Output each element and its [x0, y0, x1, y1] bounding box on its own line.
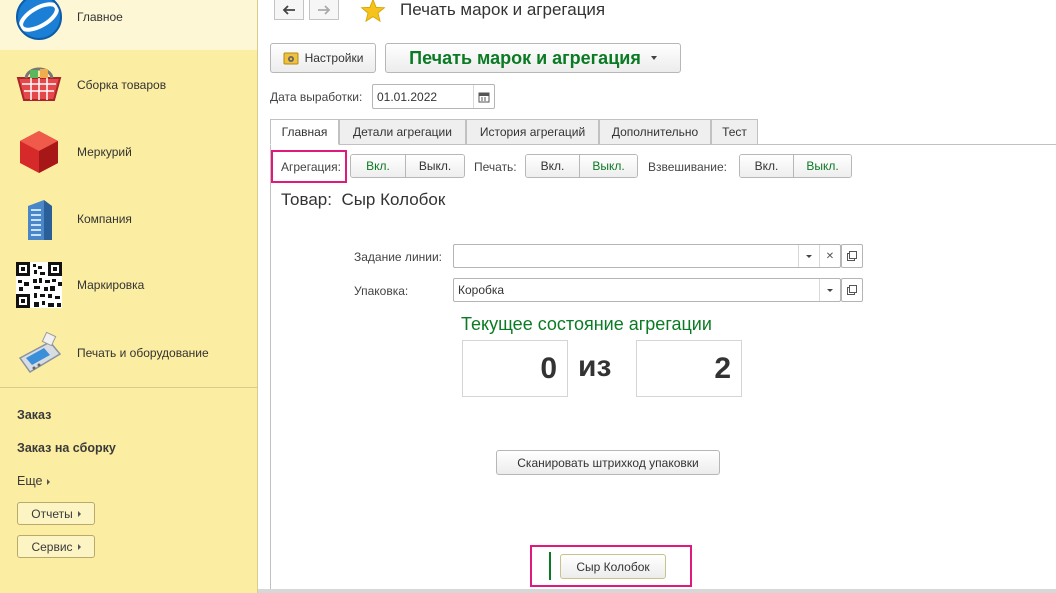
- calendar-icon: [478, 92, 490, 102]
- building-icon: [28, 200, 52, 240]
- current-count: 0: [462, 340, 568, 397]
- sidebar-item-label: Компания: [77, 212, 132, 226]
- tab-aggregation-history[interactable]: История агрегаций: [466, 119, 599, 145]
- tab-label: Главная: [281, 125, 328, 139]
- reports-button[interactable]: Отчеты: [17, 502, 95, 525]
- aggregation-toggle-label: Агрегация:: [281, 160, 341, 174]
- sidebar-divider: [0, 387, 257, 388]
- aggregation-on-button[interactable]: Вкл.: [351, 155, 406, 177]
- tab-aggregation-details[interactable]: Детали агрегации: [339, 119, 466, 145]
- product-heading: Товар: Сыр Колобок: [281, 190, 445, 210]
- content-border: [270, 144, 271, 590]
- aggregation-state-title: Текущее состояние агрегации: [461, 314, 712, 334]
- open-window-icon: [847, 251, 857, 261]
- total-count: 2: [636, 340, 742, 397]
- reports-button-label: Отчеты: [31, 506, 73, 521]
- sidebar-item-label: Главное: [77, 10, 123, 24]
- packaging-label: Упаковка:: [354, 284, 409, 298]
- sidebar-item-marking[interactable]: Маркировка: [0, 252, 257, 318]
- chevron-down-icon: [650, 56, 657, 60]
- line-task-dropdown-button[interactable]: [798, 245, 819, 267]
- product-name: Сыр Колобок: [341, 190, 446, 209]
- sidebar-item-mercury[interactable]: Меркурий: [0, 119, 257, 185]
- arrow-left-icon: [282, 4, 295, 15]
- packaging-dropdown-button[interactable]: [819, 279, 840, 301]
- settings-gear-icon: [283, 52, 299, 65]
- globe-icon: [16, 0, 62, 40]
- weighing-toggle-label: Взвешивание:: [648, 160, 728, 174]
- sidebar-item-company[interactable]: Компания: [0, 186, 257, 252]
- tab-main[interactable]: Главная: [270, 119, 339, 145]
- qr-code-icon: [16, 262, 62, 308]
- product-button-label: Сыр Колобок: [576, 559, 650, 574]
- back-button[interactable]: [274, 0, 304, 20]
- service-button-label: Сервис: [31, 539, 73, 554]
- focus-marker: [549, 552, 551, 580]
- terminal-icon: [18, 331, 62, 373]
- sidebar-more[interactable]: Еще: [17, 474, 51, 488]
- scan-button-label: Сканировать штрихкод упаковки: [517, 455, 699, 470]
- chevron-right-icon: [47, 479, 51, 485]
- basket-icon: [16, 67, 62, 101]
- product-button[interactable]: Сыр Колобок: [560, 554, 666, 579]
- weighing-off-button[interactable]: Выкл.: [793, 155, 851, 177]
- sidebar-more-label: Еще: [17, 474, 43, 488]
- mode-dropdown-button[interactable]: Печать марок и агрегация: [385, 43, 681, 73]
- sidebar: Главное Сборка товаров Меркурий Компания: [0, 0, 258, 593]
- print-toggle-label: Печать:: [474, 160, 517, 174]
- sidebar-item-label: Печать и оборудование: [77, 346, 209, 360]
- packaging-open-button[interactable]: [841, 278, 863, 302]
- print-off-button[interactable]: Выкл.: [579, 155, 637, 177]
- scan-package-barcode-button[interactable]: Сканировать штрихкод упаковки: [496, 450, 720, 475]
- sidebar-link-assembly-order[interactable]: Заказ на сборку: [17, 441, 116, 455]
- packaging-field[interactable]: Коробка: [453, 278, 841, 302]
- sidebar-item-printing[interactable]: Печать и оборудование: [0, 320, 257, 386]
- settings-button-label: Настройки: [304, 51, 364, 65]
- calendar-button[interactable]: [473, 85, 494, 108]
- packaging-value: Коробка: [458, 283, 505, 297]
- line-task-field[interactable]: ✕: [453, 244, 841, 268]
- tab-label: Детали агрегации: [353, 125, 452, 139]
- chevron-down-icon: [806, 254, 812, 258]
- line-task-label: Задание линии:: [354, 250, 443, 264]
- sidebar-item-label: Маркировка: [77, 278, 145, 292]
- page-title: Печать марок и агрегация: [400, 0, 606, 19]
- print-on-button[interactable]: Вкл.: [526, 155, 580, 177]
- tab-label: Тест: [722, 125, 747, 139]
- chevron-down-icon: [827, 288, 833, 292]
- weighing-toggle: Вкл. Выкл.: [739, 154, 852, 178]
- close-icon: ✕: [825, 250, 835, 262]
- tab-label: Дополнительно: [611, 125, 699, 139]
- production-date-label: Дата выработки:: [270, 90, 363, 104]
- print-toggle: Вкл. Выкл.: [525, 154, 638, 178]
- sidebar-link-order[interactable]: Заказ: [17, 408, 51, 422]
- horizontal-scrollbar[interactable]: [258, 589, 1056, 593]
- line-task-open-button[interactable]: [841, 244, 863, 268]
- production-date-field[interactable]: 01.01.2022: [372, 84, 495, 109]
- tab-label: История агрегаций: [479, 125, 586, 139]
- service-button[interactable]: Сервис: [17, 535, 95, 558]
- tab-additional[interactable]: Дополнительно: [599, 119, 711, 145]
- aggregation-toggle: Вкл. Выкл.: [350, 154, 465, 178]
- tab-test[interactable]: Тест: [711, 119, 758, 145]
- count-separator: из: [578, 350, 612, 383]
- sidebar-item-label: Сборка товаров: [77, 78, 167, 92]
- sidebar-item-main[interactable]: Главное: [0, 0, 257, 50]
- line-task-clear-button[interactable]: ✕: [819, 245, 840, 267]
- sidebar-item-label: Меркурий: [77, 145, 132, 159]
- open-window-icon: [847, 285, 857, 295]
- aggregation-off-button[interactable]: Выкл.: [405, 155, 464, 177]
- cube-icon: [20, 131, 58, 173]
- weighing-on-button[interactable]: Вкл.: [740, 155, 794, 177]
- production-date-value: 01.01.2022: [377, 89, 438, 104]
- chevron-right-icon: [77, 510, 81, 517]
- sidebar-item-assembly[interactable]: Сборка товаров: [0, 52, 257, 118]
- product-label: Товар:: [281, 190, 332, 209]
- arrow-right-icon: [318, 4, 331, 15]
- settings-button[interactable]: Настройки: [270, 43, 376, 73]
- chevron-right-icon: [77, 543, 81, 550]
- star-icon[interactable]: [360, 0, 386, 24]
- forward-button[interactable]: [309, 0, 339, 20]
- mode-dropdown-label: Печать марок и агрегация: [409, 47, 641, 68]
